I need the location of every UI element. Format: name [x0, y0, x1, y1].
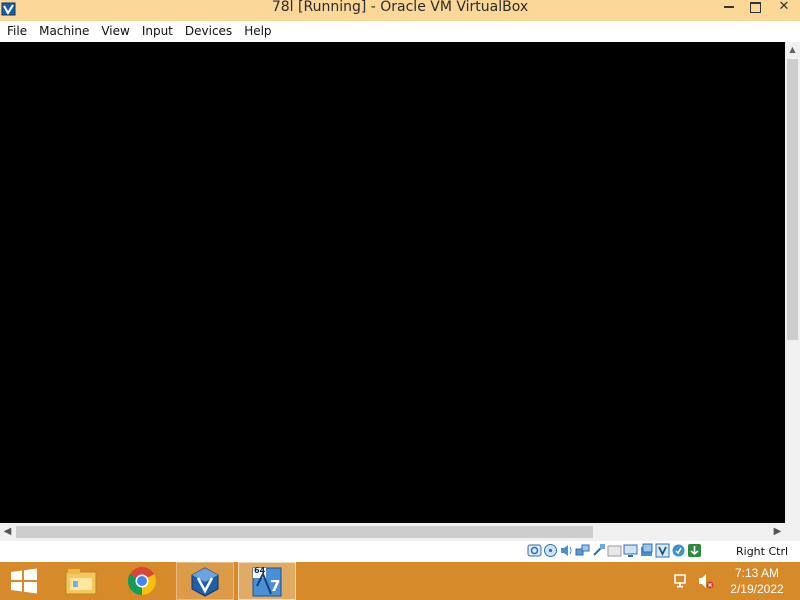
- host-key-label: Right Ctrl: [736, 545, 789, 558]
- window-title: 78l [Running] - Oracle VM VirtualBox: [271, 0, 529, 15]
- usb-icon[interactable]: [591, 543, 606, 558]
- scroll-right-arrow[interactable]: ▶: [770, 523, 785, 541]
- virtualbox-manager-icon: [191, 567, 219, 597]
- shared-folders-icon[interactable]: [607, 543, 622, 558]
- hard-disk-icon[interactable]: [527, 543, 542, 558]
- status-indicators: [527, 543, 702, 560]
- taskbar-chrome[interactable]: [114, 562, 172, 600]
- clock-time: 7:13 AM: [734, 566, 780, 580]
- menu-devices[interactable]: Devices: [179, 21, 238, 42]
- scroll-left-arrow[interactable]: ◀: [0, 523, 15, 541]
- taskbar-file-explorer[interactable]: [52, 562, 110, 600]
- taskbar-vm-window[interactable]: 64 7: [238, 562, 296, 600]
- audio-icon[interactable]: [559, 543, 574, 558]
- network-icon[interactable]: [575, 543, 590, 558]
- menu-input[interactable]: Input: [136, 21, 179, 42]
- file-explorer-icon: [65, 569, 97, 595]
- optical-drive-icon[interactable]: [543, 543, 558, 558]
- network-tray-icon[interactable]: [674, 573, 690, 589]
- menu-help[interactable]: Help: [238, 21, 277, 42]
- video-capture-icon[interactable]: [639, 543, 654, 558]
- display-icon[interactable]: [623, 543, 638, 558]
- vm-status-bar: Right Ctrl: [0, 541, 800, 562]
- menu-bar: File Machine View Input Devices Help: [0, 21, 800, 42]
- chrome-icon: [128, 567, 156, 595]
- horizontal-scrollbar[interactable]: ◀ ▶: [0, 523, 785, 541]
- menu-machine[interactable]: Machine: [33, 21, 95, 42]
- volume-muted-icon[interactable]: [698, 573, 714, 589]
- menu-file[interactable]: File: [0, 21, 33, 42]
- taskbar-clock[interactable]: 7:13 AM 2/19/2022: [722, 565, 792, 597]
- taskbar-virtualbox-manager[interactable]: [176, 562, 234, 600]
- vertical-scrollbar[interactable]: ▲: [785, 42, 800, 523]
- close-button[interactable]: ✕: [770, 0, 798, 16]
- vm-arch-badge: 64: [254, 566, 266, 575]
- scrollbar-corner: [785, 523, 800, 541]
- vm-display[interactable]: [0, 42, 785, 523]
- windows-taskbar: 64 7 7:13 AM 2/19/2022: [0, 562, 800, 600]
- cpu-icon[interactable]: [671, 543, 686, 558]
- vm-os-number: 7: [270, 577, 281, 595]
- horizontal-scroll-thumb[interactable]: [16, 526, 593, 538]
- window-titlebar[interactable]: 78l [Running] - Oracle VM VirtualBox ✕: [0, 0, 800, 20]
- clock-date: 2/19/2022: [730, 582, 784, 596]
- maximize-button[interactable]: [744, 0, 766, 14]
- mouse-integration-icon[interactable]: [687, 543, 702, 558]
- minimize-button[interactable]: [718, 0, 740, 14]
- start-button-windows-icon[interactable]: [8, 568, 40, 594]
- scroll-up-arrow[interactable]: ▲: [785, 42, 800, 58]
- virtualization-icon[interactable]: [655, 543, 670, 558]
- vertical-scroll-thumb[interactable]: [787, 59, 798, 340]
- menu-view[interactable]: View: [95, 21, 135, 42]
